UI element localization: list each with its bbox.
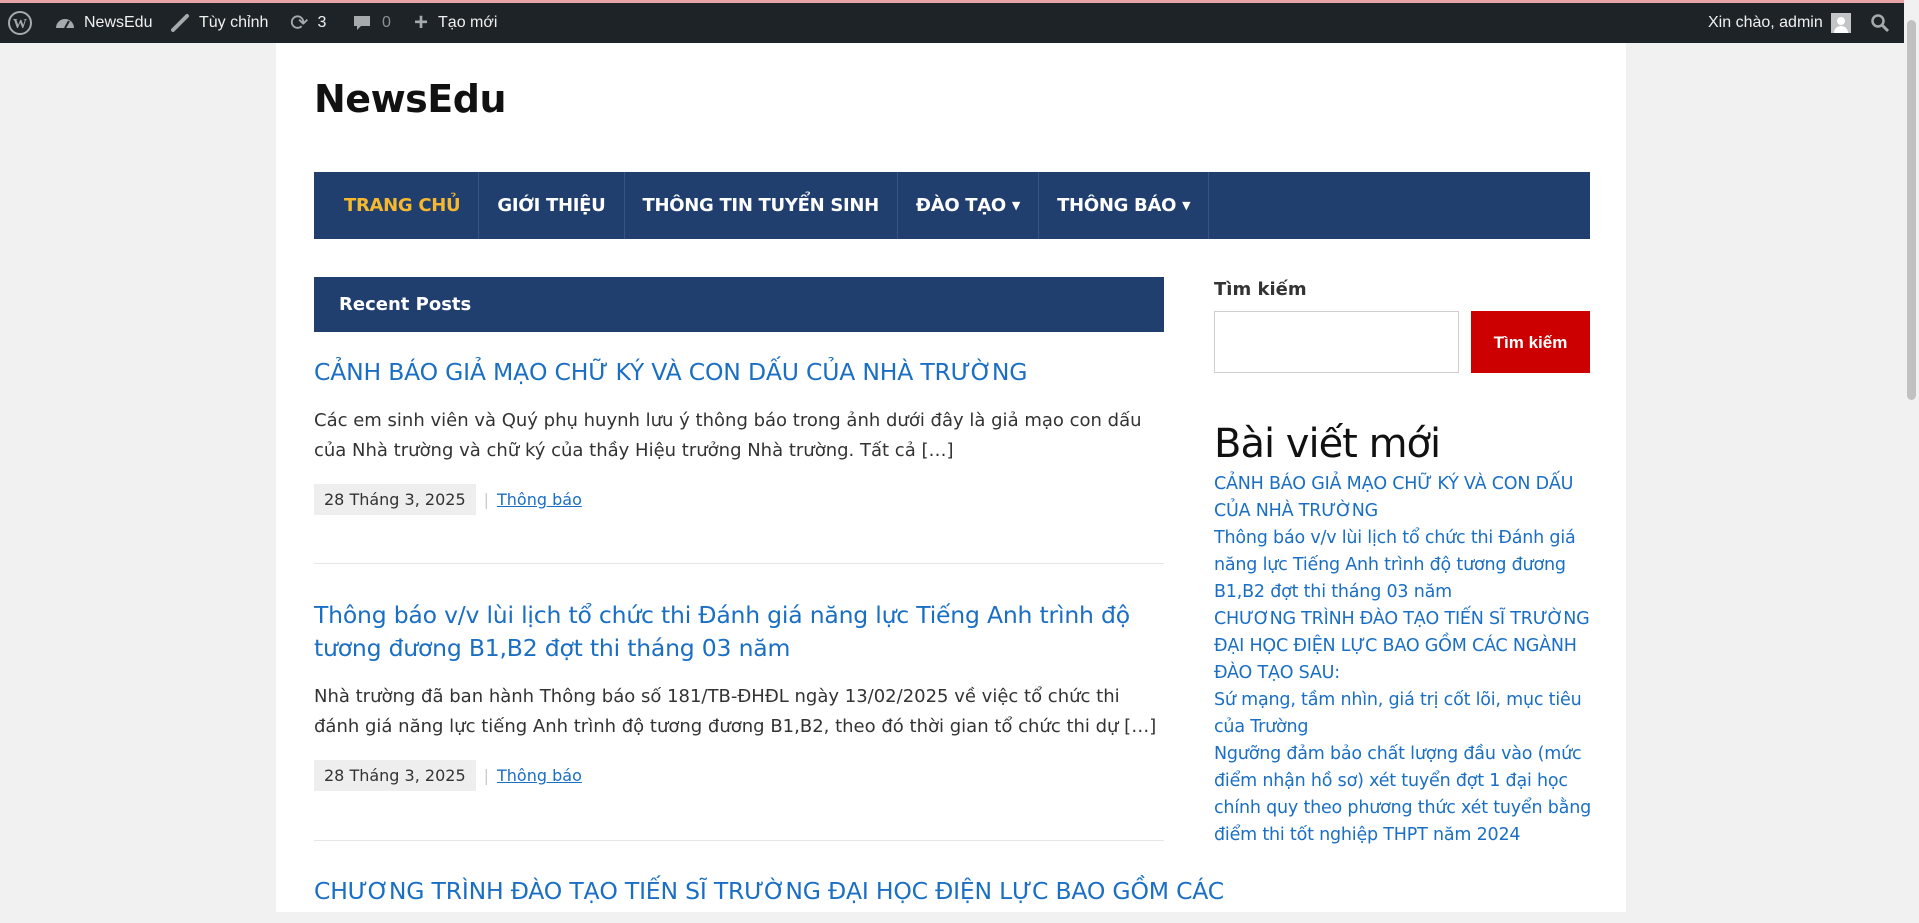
post-item: CHƯƠNG TRÌNH ĐÀO TẠO TIẾN SĨ TRƯỜNG ĐẠI …	[314, 875, 1224, 908]
post-item: Thông báo v/v lùi lịch tổ chức thi Đánh …	[314, 599, 1164, 791]
nav-item-admissions[interactable]: THÔNG TIN TUYỂN SINH	[625, 172, 898, 239]
nav-item-announcements[interactable]: THÔNG BÁO ▼	[1039, 172, 1210, 239]
recent-post-link[interactable]: CẢNH BÁO GIẢ MẠO CHỮ KÝ VÀ CON DẤU CỦA N…	[1214, 471, 1594, 525]
post-title-link[interactable]: CHƯƠNG TRÌNH ĐÀO TẠO TIẾN SĨ TRƯỜNG ĐẠI …	[314, 875, 1224, 908]
customize-link[interactable]: Tùy chỉnh	[170, 3, 268, 43]
customize-label: Tùy chỉnh	[199, 14, 269, 31]
avatar	[1830, 13, 1851, 33]
site-name-link[interactable]: NewsEdu	[54, 3, 152, 43]
chevron-down-icon: ▼	[1011, 199, 1021, 212]
comments-link[interactable]: 0	[352, 3, 391, 43]
post-title-link[interactable]: Thông báo v/v lùi lịch tổ chức thi Đánh …	[314, 599, 1164, 665]
site-name-label: NewsEdu	[84, 14, 153, 31]
post-meta: 28 Tháng 3, 2025 | Thông báo	[314, 760, 1164, 791]
search-label: Tìm kiếm	[1214, 279, 1307, 300]
brush-icon	[170, 13, 190, 33]
admin-bar: W NewsEdu Tùy chỉnh ⟳ 3 0 + Tạo mới Xin …	[0, 0, 1919, 43]
post-divider	[314, 563, 1164, 564]
chevron-down-icon: ▼	[1182, 199, 1191, 212]
post-title-link[interactable]: CẢNH BÁO GIẢ MẠO CHỮ KÝ VÀ CON DẤU CỦA N…	[314, 356, 1164, 389]
post-date: 28 Tháng 3, 2025	[314, 760, 476, 791]
recent-post-link[interactable]: Thông báo v/v lùi lịch tổ chức thi Đánh …	[1214, 525, 1594, 606]
post-category-link[interactable]: Thông báo	[497, 490, 582, 509]
post-divider	[314, 840, 1164, 841]
post-excerpt: Nhà trường đã ban hành Thông báo số 181/…	[314, 686, 1157, 737]
search-icon[interactable]	[1870, 3, 1890, 43]
page-scrollbar[interactable]	[1904, 0, 1919, 912]
nav-item-training[interactable]: ĐÀO TẠO ▼	[898, 172, 1040, 239]
page-container: NewsEdu TRANG CHỦ GIỚI THIỆU THÔNG TIN T…	[276, 43, 1626, 912]
recent-posts-header: Recent Posts	[314, 277, 1164, 332]
recent-post-link[interactable]: Sứ mạng, tầm nhìn, giá trị cốt lõi, mục …	[1214, 687, 1594, 741]
nav-item-label: THÔNG BÁO	[1057, 195, 1177, 216]
new-content-link[interactable]: + Tạo mới	[414, 3, 497, 43]
search-input[interactable]	[1214, 311, 1459, 373]
meta-separator: |	[483, 490, 490, 509]
post-meta: 28 Tháng 3, 2025 | Thông báo	[314, 484, 1164, 515]
primary-nav: TRANG CHỦ GIỚI THIỆU THÔNG TIN TUYỂN SIN…	[314, 172, 1590, 239]
comment-icon	[352, 13, 372, 33]
updates-count: 3	[317, 14, 327, 31]
plus-icon: +	[414, 9, 429, 36]
nav-item-home[interactable]: TRANG CHỦ	[314, 172, 480, 239]
next-widget-title-partial	[1214, 903, 1544, 923]
new-label: Tạo mới	[438, 14, 498, 31]
post-category-link[interactable]: Thông báo	[497, 766, 582, 785]
scrollbar-thumb[interactable]	[1907, 20, 1916, 400]
site-title[interactable]: NewsEdu	[314, 77, 507, 121]
nav-item-label: THÔNG TIN TUYỂN SINH	[642, 195, 880, 216]
greeting-label: Xin chào, admin	[1708, 14, 1823, 31]
updates-link[interactable]: ⟳ 3	[290, 3, 326, 43]
recent-posts-widget-title: Bài viết mới	[1214, 421, 1441, 467]
account-menu[interactable]: Xin chào, admin	[1708, 3, 1851, 43]
meta-separator: |	[483, 766, 490, 785]
recent-post-link[interactable]: CHƯƠNG TRÌNH ĐÀO TẠO TIẾN SĨ TRƯỜNG ĐẠI …	[1214, 606, 1594, 687]
nav-item-label: ĐÀO TẠO	[915, 195, 1006, 216]
post-date: 28 Tháng 3, 2025	[314, 484, 476, 515]
post-excerpt: Các em sinh viên và Quý phụ huynh lưu ý …	[314, 410, 1142, 461]
nav-item-label: TRANG CHỦ	[344, 195, 461, 216]
post-item: CẢNH BÁO GIẢ MẠO CHỮ KÝ VÀ CON DẤU CỦA N…	[314, 356, 1164, 515]
nav-item-about[interactable]: GIỚI THIỆU	[479, 172, 625, 239]
wordpress-logo-icon[interactable]: W	[8, 3, 32, 43]
recent-post-link[interactable]: Ngưỡng đảm bảo chất lượng đầu vào (mức đ…	[1214, 741, 1594, 849]
comments-count: 0	[382, 14, 391, 31]
dashboard-icon	[54, 14, 76, 32]
updates-icon: ⟳	[290, 10, 309, 35]
recent-posts-list: CẢNH BÁO GIẢ MẠO CHỮ KÝ VÀ CON DẤU CỦA N…	[1214, 471, 1594, 849]
nav-item-label: GIỚI THIỆU	[497, 195, 606, 216]
svg-text:W: W	[13, 17, 27, 32]
search-button[interactable]: Tìm kiếm	[1471, 311, 1590, 373]
